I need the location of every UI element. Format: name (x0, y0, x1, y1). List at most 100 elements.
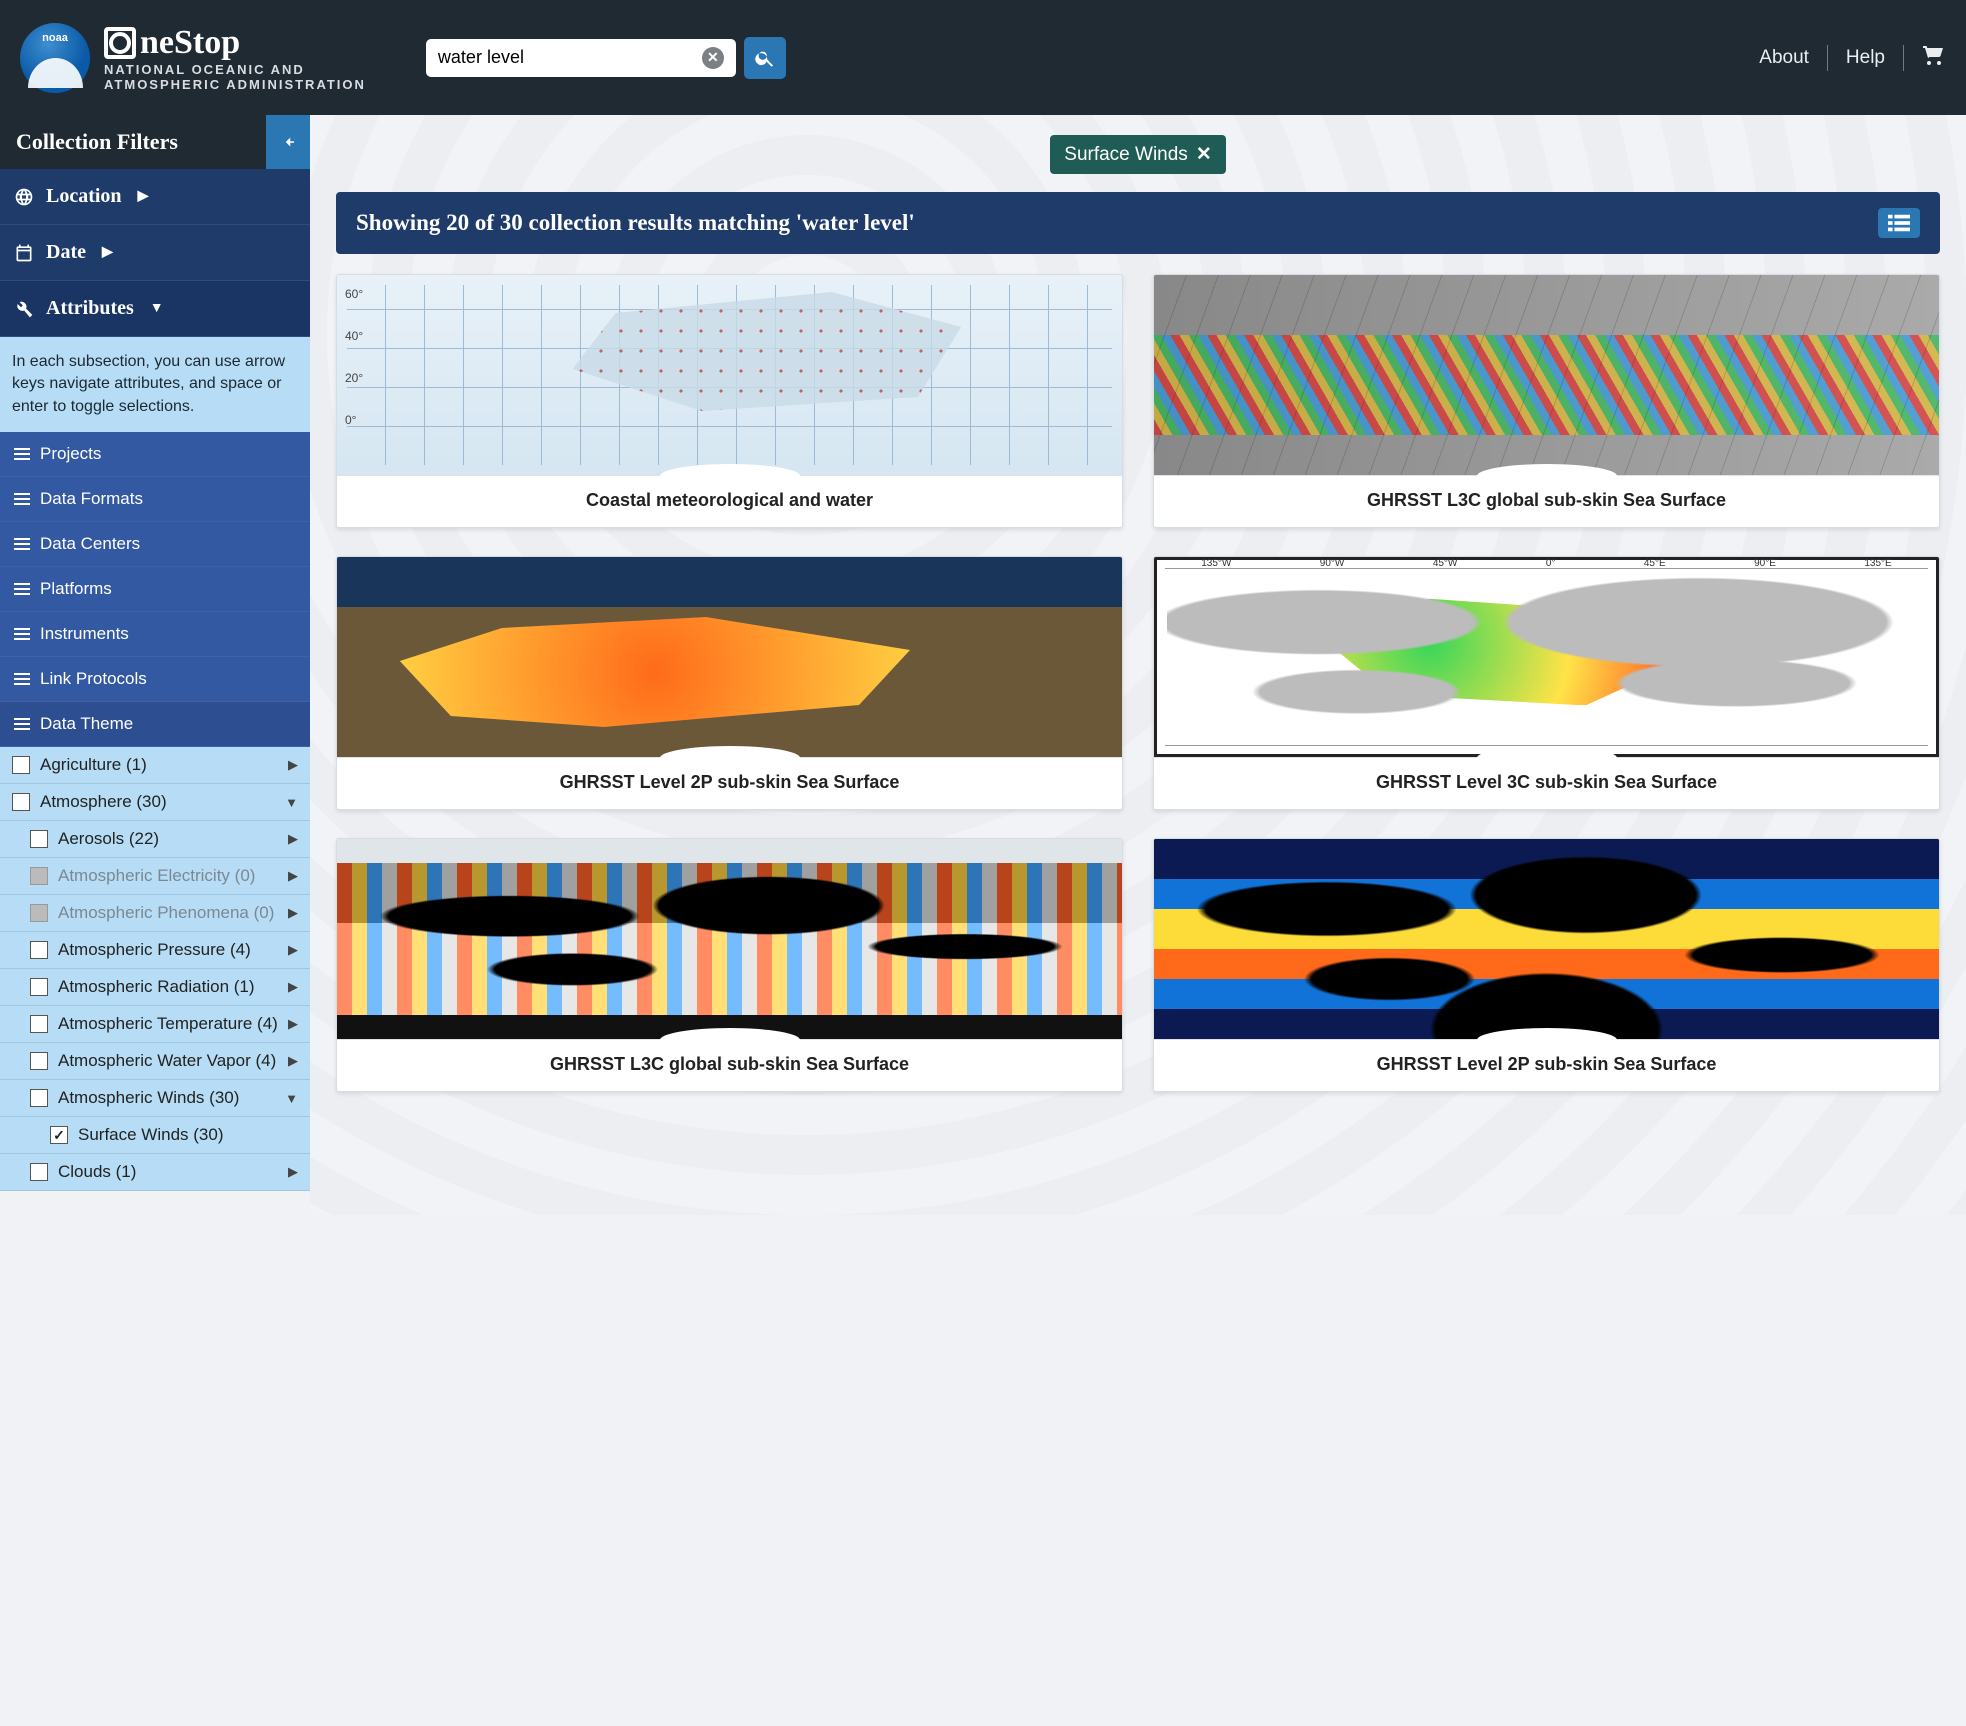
menu-icon (14, 673, 30, 685)
checkbox[interactable] (12, 756, 30, 774)
theme-label: Atmospheric Phenomena (0) (58, 903, 278, 923)
result-card[interactable]: GHRSST L3C global sub-skin Sea Surface (1153, 274, 1940, 528)
theme-item[interactable]: Atmospheric Pressure (4)▶ (0, 932, 310, 969)
result-card[interactable]: GHRSST L3C global sub-skin Sea Surface (336, 838, 1123, 1092)
expand-icon: ▶ (288, 1053, 298, 1069)
theme-label: Clouds (1) (58, 1162, 278, 1182)
result-thumbnail (1154, 839, 1939, 1039)
theme-item[interactable]: Aerosols (22) ▶ (0, 821, 310, 858)
brand-title: neStop (104, 24, 366, 62)
expand-icon: ▼ (285, 795, 298, 810)
attr-subsection-data-theme[interactable]: Data Theme (0, 702, 310, 747)
attr-subsection-link-protocols[interactable]: Link Protocols (0, 657, 310, 702)
brand-block: noaa neStop NATIONAL OCEANIC AND ATMOSPH… (20, 23, 366, 93)
result-card[interactable]: 135°W90°W45°W0°45°E90°E135°EGHRSST Level… (1153, 556, 1940, 810)
brand-subtitle-1: NATIONAL OCEANIC AND (104, 62, 366, 77)
list-view-toggle[interactable] (1878, 208, 1920, 238)
result-thumbnail (1154, 275, 1939, 475)
expand-icon: ▶ (288, 1016, 298, 1032)
results-summary-bar: Showing 20 of 30 collection results matc… (336, 192, 1940, 254)
menu-icon (14, 718, 30, 730)
theme-label: Agriculture (1) (40, 755, 278, 775)
checkbox (30, 867, 48, 885)
theme-item[interactable]: Clouds (1) ▶ (0, 1154, 310, 1191)
theme-label: Atmospheric Electricity (0) (58, 866, 278, 886)
checkbox[interactable] (50, 1126, 68, 1144)
expand-icon: ▼ (285, 1091, 298, 1106)
search-icon (754, 47, 776, 69)
result-title: GHRSST Level 2P sub-skin Sea Surface (1154, 1039, 1939, 1091)
theme-label: Atmospheric Radiation (1) (58, 977, 278, 997)
filter-location[interactable]: Location ▶ (0, 169, 310, 225)
chevron-right-icon: ▶ (138, 188, 149, 205)
collapse-sidebar-button[interactable] (266, 115, 310, 169)
menu-icon (14, 493, 30, 505)
theme-item[interactable]: Surface Winds (30) (0, 1117, 310, 1154)
theme-label: Surface Winds (30) (78, 1125, 298, 1145)
brand-subtitle-2: ATMOSPHERIC ADMINISTRATION (104, 77, 366, 92)
checkbox[interactable] (30, 1015, 48, 1033)
expand-icon: ▶ (288, 905, 298, 921)
search-input[interactable] (438, 47, 702, 68)
result-card[interactable]: GHRSST Level 2P sub-skin Sea Surface (336, 556, 1123, 810)
checkbox[interactable] (30, 1163, 48, 1181)
checkbox (30, 904, 48, 922)
checkbox[interactable] (30, 1052, 48, 1070)
attr-subsection-projects[interactable]: Projects (0, 432, 310, 477)
theme-item[interactable]: Agriculture (1)▶ (0, 747, 310, 784)
attr-subsection-data-centers[interactable]: Data Centers (0, 522, 310, 567)
result-title: GHRSST Level 3C sub-skin Sea Surface (1154, 757, 1939, 809)
result-title: GHRSST L3C global sub-skin Sea Surface (337, 1039, 1122, 1091)
header-links: About Help (1759, 43, 1946, 73)
search-form: ✕ (426, 37, 786, 79)
expand-icon: ▶ (288, 1164, 298, 1180)
help-link[interactable]: Help (1846, 47, 1885, 69)
cart-button[interactable] (1922, 43, 1946, 73)
checkbox[interactable] (30, 941, 48, 959)
result-thumbnail: 60°40°20°0° (337, 275, 1122, 475)
search-button[interactable] (744, 37, 786, 79)
expand-icon: ▶ (288, 831, 298, 847)
remove-filter-icon[interactable]: ✕ (1196, 143, 1212, 166)
chevron-down-icon: ▼ (150, 301, 164, 317)
attr-subsection-platforms[interactable]: Platforms (0, 567, 310, 612)
menu-icon (14, 448, 30, 460)
menu-icon (14, 538, 30, 550)
theme-label: Atmospheric Winds (30) (58, 1088, 275, 1108)
expand-icon: ▶ (288, 979, 298, 995)
result-card[interactable]: 60°40°20°0°Coastal meteorological and wa… (336, 274, 1123, 528)
theme-label: Atmospheric Pressure (4) (58, 940, 278, 960)
checkbox[interactable] (30, 978, 48, 996)
expand-icon: ▶ (288, 868, 298, 884)
result-title: GHRSST Level 2P sub-skin Sea Surface (337, 757, 1122, 809)
theme-item[interactable]: Atmospheric Radiation (1) ▶ (0, 969, 310, 1006)
active-filter-tag[interactable]: Surface Winds ✕ (1050, 135, 1225, 174)
result-thumbnail: 135°W90°W45°W0°45°E90°E135°E (1154, 557, 1939, 757)
theme-label: Atmospheric Water Vapor (4) (58, 1051, 278, 1071)
theme-item[interactable]: Atmospheric Water Vapor (4) ▶ (0, 1043, 310, 1080)
data-theme-panel: Agriculture (1)▶Atmosphere (30)▼Aerosols… (0, 747, 310, 1191)
result-card[interactable]: GHRSST Level 2P sub-skin Sea Surface (1153, 838, 1940, 1092)
theme-item[interactable]: Atmospheric Temperature (4)▶ (0, 1006, 310, 1043)
filter-date[interactable]: Date ▶ (0, 225, 310, 281)
list-icon (1888, 214, 1910, 232)
theme-item[interactable]: Atmosphere (30)▼ (0, 784, 310, 821)
theme-label: Aerosols (22) (58, 829, 278, 849)
theme-item: Atmospheric Electricity (0) ▶ (0, 858, 310, 895)
chevron-right-icon: ▶ (102, 244, 113, 261)
theme-item[interactable]: Atmospheric Winds (30) ▼ (0, 1080, 310, 1117)
checkbox[interactable] (12, 793, 30, 811)
about-link[interactable]: About (1759, 47, 1809, 69)
clear-search-icon[interactable]: ✕ (702, 47, 724, 69)
sidebar: Collection Filters Location ▶ Date ▶ Att… (0, 115, 310, 1215)
checkbox[interactable] (30, 830, 48, 848)
attr-subsection-data-formats[interactable]: Data Formats (0, 477, 310, 522)
filter-attributes[interactable]: Attributes ▼ (0, 281, 310, 337)
menu-icon (14, 583, 30, 595)
divider (1827, 45, 1828, 71)
onestop-o-icon (104, 27, 136, 59)
checkbox[interactable] (30, 1089, 48, 1107)
result-title: Coastal meteorological and water (337, 475, 1122, 527)
calendar-icon (14, 243, 34, 263)
attr-subsection-instruments[interactable]: Instruments (0, 612, 310, 657)
